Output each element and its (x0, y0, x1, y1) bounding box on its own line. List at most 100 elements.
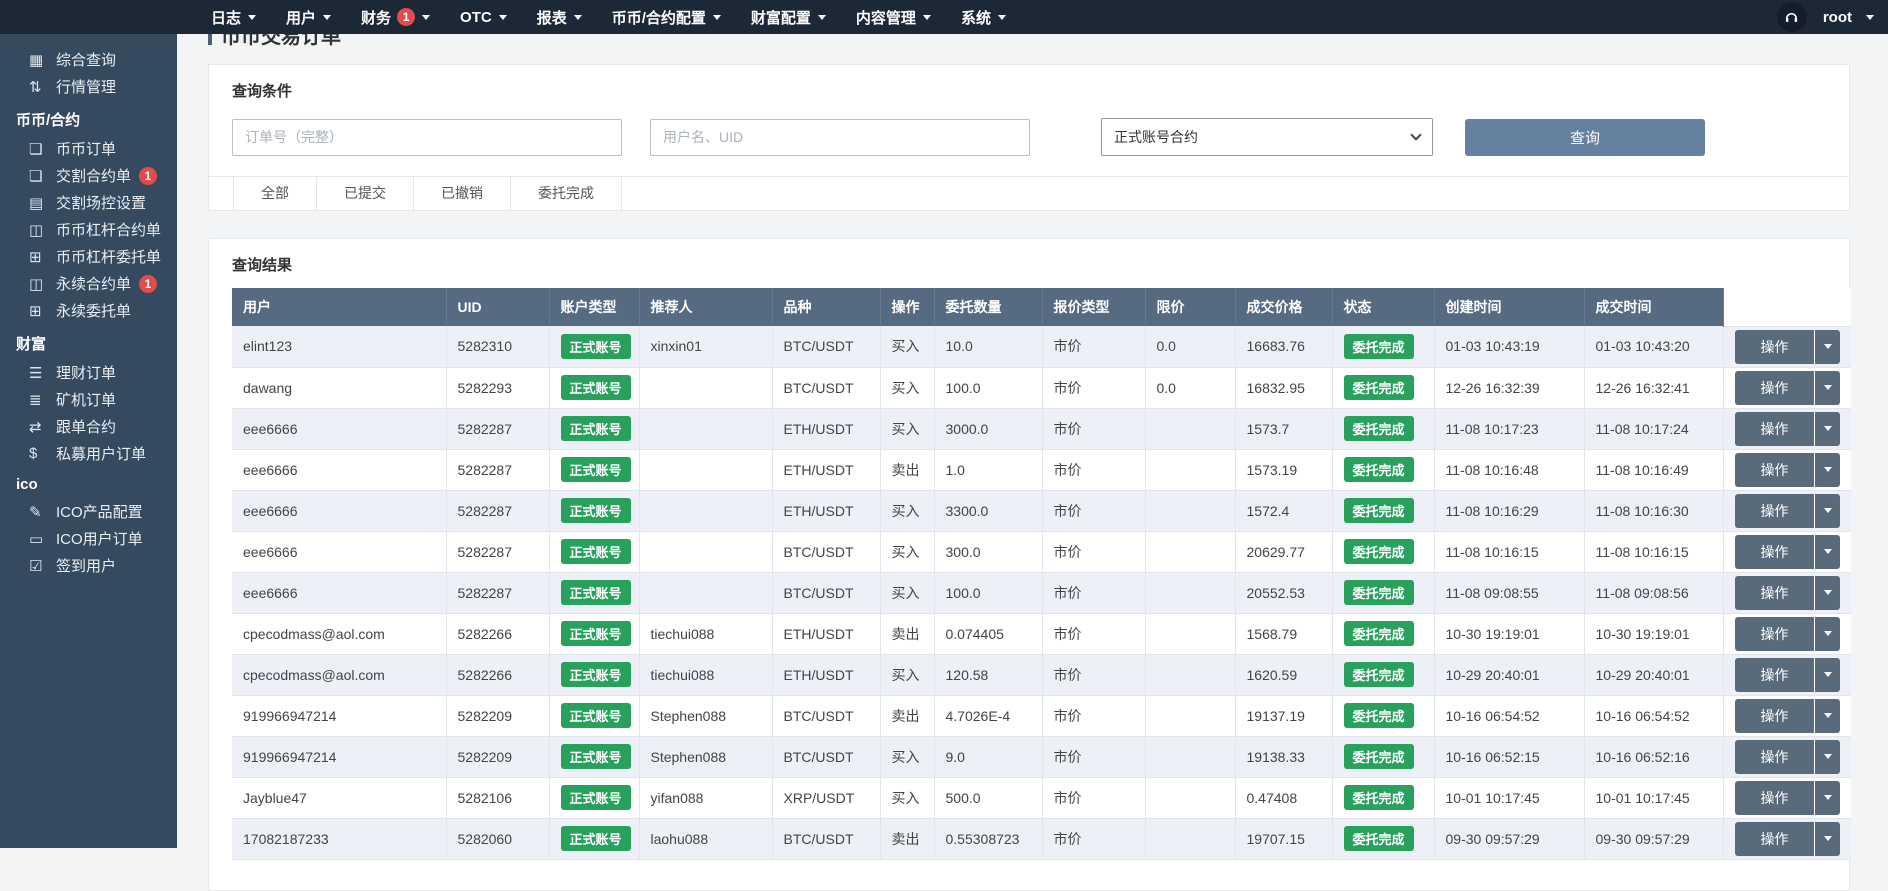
user-uid-input[interactable] (650, 119, 1030, 156)
order-no-input[interactable] (232, 119, 622, 156)
query-button[interactable]: 查询 (1465, 119, 1705, 156)
cell-side: 卖出 (880, 613, 934, 654)
sidebar-item[interactable]: ⇅ 行情管理 (0, 73, 177, 100)
sidebar-item[interactable]: ✎ ICO产品配置 (0, 498, 177, 525)
action-button[interactable]: 操作 (1735, 822, 1815, 856)
action-dropdown-button[interactable] (1814, 535, 1840, 569)
cell-dealt: 10-16 06:54:52 (1584, 695, 1723, 736)
sidebar-item[interactable]: ◫ 币币杠杆合约单 (0, 216, 177, 243)
action-button[interactable]: 操作 (1735, 494, 1815, 528)
action-button[interactable]: 操作 (1735, 576, 1815, 610)
account-type-select[interactable]: 正式账号合约 (1101, 118, 1433, 156)
action-dropdown-button[interactable] (1814, 330, 1840, 364)
action-dropdown-button[interactable] (1814, 781, 1840, 815)
sidebar-item-label: ICO用户订单 (56, 528, 143, 549)
action-button[interactable]: 操作 (1735, 453, 1815, 487)
nav-menu-item[interactable]: OTC (445, 0, 522, 34)
table-row: elint123 5282310 正式账号 xinxin01 BTC/USDT … (232, 326, 1851, 367)
sidebar-item[interactable]: ☑ 签到用户 (0, 552, 177, 579)
sidebar-section-header: 币币/合约 (0, 100, 177, 135)
nav-menu-item[interactable]: 用户 (271, 0, 346, 34)
cell-status: 委托完成 (1332, 736, 1434, 777)
chevron-down-icon (713, 15, 721, 20)
cell-user: cpecodmass@aol.com (232, 613, 446, 654)
account-type-badge: 正式账号 (561, 744, 631, 769)
cell-account-type: 正式账号 (549, 367, 639, 408)
top-navbar: 日志 用户 财务 1 OTC 报表 币币/合约配置 财富配置 内容管理 (0, 0, 1888, 34)
cell-dealt: 09-30 09:57:29 (1584, 818, 1723, 859)
sidebar-item[interactable]: ▦ 综合查询 (0, 46, 177, 73)
cell-amount: 3000.0 (934, 408, 1042, 449)
column-header: 账户类型 (549, 288, 639, 326)
nav-menu-item[interactable]: 系统 (946, 0, 1021, 34)
sidebar-item[interactable]: ▤ 交割场控设置 (0, 189, 177, 216)
cell-amount: 500.0 (934, 777, 1042, 818)
action-dropdown-button[interactable] (1814, 822, 1840, 856)
action-dropdown-button[interactable] (1814, 658, 1840, 692)
sidebar-item[interactable]: ◫ 永续合约单 1 (0, 270, 177, 297)
action-button[interactable]: 操作 (1735, 330, 1815, 364)
database-icon: ☰ (29, 364, 56, 382)
nav-item-label: 日志 (211, 7, 241, 28)
nav-menu-item[interactable]: 内容管理 (841, 0, 946, 34)
cell-user: Jayblue47 (232, 777, 446, 818)
action-button[interactable]: 操作 (1735, 617, 1815, 651)
sidebar-item[interactable]: ⇄ 跟单合约 (0, 413, 177, 440)
status-tabs: 全部 已提交 已撤销 委托完成 (209, 176, 1849, 210)
account-type-badge: 正式账号 (561, 457, 631, 482)
sidebar-item[interactable]: ⊞ 币币杠杆委托单 (0, 243, 177, 270)
sidebar-item[interactable]: ⊞ 永续委托单 (0, 297, 177, 324)
user-menu[interactable]: root (1823, 9, 1874, 26)
table-row: Jayblue47 5282106 正式账号 yifan088 XRP/USDT… (232, 777, 1851, 818)
action-dropdown-button[interactable] (1814, 412, 1840, 446)
action-dropdown-button[interactable] (1814, 576, 1840, 610)
status-badge: 委托完成 (1344, 334, 1414, 359)
filter-tab[interactable]: 已提交 (317, 177, 414, 210)
sidebar-item[interactable]: $ 私募用户订单 (0, 440, 177, 467)
cell-created: 11-08 10:16:15 (1434, 531, 1584, 572)
nav-item-label: OTC (460, 9, 492, 26)
action-dropdown-button[interactable] (1814, 453, 1840, 487)
cell-deal-price: 19138.33 (1235, 736, 1332, 777)
status-badge: 委托完成 (1344, 539, 1414, 564)
action-button[interactable]: 操作 (1735, 699, 1815, 733)
nav-menu-item[interactable]: 财务 1 (346, 0, 445, 34)
chevron-down-icon (574, 15, 582, 20)
nav-menu: 日志 用户 财务 1 OTC 报表 币币/合约配置 财富配置 内容管理 (196, 0, 1021, 34)
cell-deal-price: 20552.53 (1235, 572, 1332, 613)
action-button[interactable]: 操作 (1735, 658, 1815, 692)
filter-tab[interactable]: 全部 (233, 177, 317, 210)
cell-price-type: 市价 (1042, 367, 1145, 408)
headset-icon[interactable] (1777, 2, 1807, 32)
nav-menu-item[interactable]: 币币/合约配置 (597, 0, 736, 34)
action-button[interactable]: 操作 (1735, 781, 1815, 815)
cell-account-type: 正式账号 (549, 326, 639, 367)
action-button[interactable]: 操作 (1735, 412, 1815, 446)
filter-tab[interactable]: 委托完成 (511, 177, 622, 210)
filter-tab[interactable]: 已撤销 (414, 177, 511, 210)
cell-status: 委托完成 (1332, 367, 1434, 408)
nav-menu-item[interactable]: 日志 (196, 0, 271, 34)
sidebar-item[interactable]: ≣ 矿机订单 (0, 386, 177, 413)
cell-created: 10-29 20:40:01 (1434, 654, 1584, 695)
sidebar-item[interactable]: ❏ 币币订单 (0, 135, 177, 162)
action-dropdown-button[interactable] (1814, 494, 1840, 528)
action-button[interactable]: 操作 (1735, 371, 1815, 405)
action-dropdown-button[interactable] (1814, 740, 1840, 774)
cell-account-type: 正式账号 (549, 654, 639, 695)
sidebar-item[interactable]: ❏ 交割合约单 1 (0, 162, 177, 189)
action-dropdown-button[interactable] (1814, 371, 1840, 405)
filter-panel: 查询条件 正式账号合约 查询 全部 已提交 已撤销 委托完成 (208, 64, 1850, 211)
sidebar-item[interactable]: ☰ 理财订单 (0, 359, 177, 386)
sidebar-item[interactable]: ▭ ICO用户订单 (0, 525, 177, 552)
status-badge: 委托完成 (1344, 416, 1414, 441)
nav-menu-item[interactable]: 报表 (522, 0, 597, 34)
table-row: 919966947214 5282209 正式账号 Stephen088 BTC… (232, 695, 1851, 736)
action-dropdown-button[interactable] (1814, 699, 1840, 733)
action-button[interactable]: 操作 (1735, 740, 1815, 774)
column-header: 推荐人 (639, 288, 772, 326)
action-button[interactable]: 操作 (1735, 535, 1815, 569)
action-dropdown-button[interactable] (1814, 617, 1840, 651)
account-type-badge: 正式账号 (561, 334, 631, 359)
nav-menu-item[interactable]: 财富配置 (736, 0, 841, 34)
